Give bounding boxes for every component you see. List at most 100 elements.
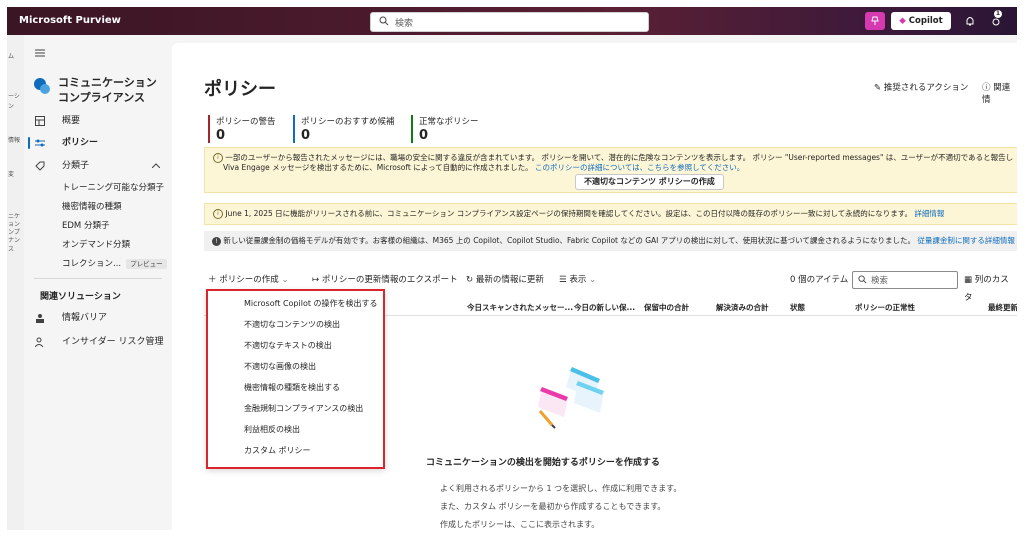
menu-item-inappropriate-content[interactable]: 不適切なコンテンツの検出 [244,319,340,330]
nav-item-overview[interactable]: 概要 [32,112,170,130]
barrier-icon [36,314,44,323]
stat-policy-recommendations[interactable]: ポリシーのおすすめ候補 0 [293,115,395,143]
nav-sub-sensitive-info-types[interactable]: 機密情報の種類 [62,200,122,214]
main-content: ポリシー ✎ 推奨されるアクション ⓘ 関連情 ポリシーの警告 0 ポリシーのお… [172,43,1017,530]
nav-item-information-barriers[interactable]: 情報バリア [32,309,170,327]
rail-label[interactable]: ナンス [8,235,24,253]
nav-item-label: 情報バリア [62,313,108,323]
tag-icon [35,161,45,171]
global-search-input[interactable]: 検索 [370,12,649,32]
related-info-link[interactable]: ⓘ 関連情 [982,81,1017,105]
nav-divider [34,278,162,279]
chevron-up-icon[interactable] [152,163,160,168]
export-label: ポリシーの更新情報のエクスポート [321,275,458,285]
preview-badge: プレビュー [126,258,167,269]
create-inappropriate-policy-button[interactable]: 不適切なコンテンツ ポリシーの作成 [575,174,724,190]
active-indicator [28,137,30,149]
overview-icon [35,116,45,126]
search-placeholder: 検索 [871,276,889,286]
view-button[interactable]: ☰ 表示 ⌄ [559,271,596,289]
notifications-button[interactable] [961,12,979,30]
stat-label: 正常なポリシー [419,117,479,127]
warning-details-link[interactable]: このポリシーの詳細については、こちらを参照してください。 [535,163,744,172]
rail-label[interactable]: 情報 [8,135,20,144]
table-search-input[interactable]: 検索 [852,271,958,289]
refresh-button[interactable]: ↻ 最新の情報に更新 [466,271,544,289]
create-policy-button[interactable]: ＋ ポリシーの作成 ⌄ [208,271,289,289]
view-label: 表示 [569,275,587,285]
info-icon: ⓘ [982,83,991,93]
copilot-button[interactable]: ◆ Copilot [891,12,951,30]
chevron-down-icon: ⌄ [589,275,597,285]
copilot-label: Copilot [908,16,943,26]
stat-policy-alerts[interactable]: ポリシーの警告 0 [208,115,276,143]
nav-sub-on-demand[interactable]: オンデマンド分類 [62,238,130,252]
column-header[interactable]: 今日スキャンされたメッセー... [467,302,573,313]
stat-label: ポリシーの警告 [216,117,276,127]
nav-sub-edm-classifiers[interactable]: EDM 分類子 [62,219,109,233]
stat-value: 0 [216,128,226,143]
retention-details-link[interactable]: 詳細情報 [914,209,944,218]
column-header[interactable]: 状態 [790,302,805,313]
recommended-actions-link[interactable]: ✎ 推奨されるアクション [874,81,968,93]
nav-item-classifiers[interactable]: 分類子 [32,157,170,175]
column-header[interactable]: ポリシーの正常性 [855,302,915,313]
pin-icon [871,16,879,25]
rail-label[interactable]: 変 [8,169,14,178]
info-icon: i [213,153,223,163]
search-placeholder: 検索 [395,19,414,29]
stat-value: 0 [419,128,429,143]
refresh-label: 最新の情報に更新 [475,275,544,285]
export-updates-button[interactable]: ↦ ポリシーの更新情報のエクスポート [312,271,458,289]
menu-item-conflict-of-interest[interactable]: 利益相反の検出 [244,424,300,435]
refresh-icon: ↻ [466,275,474,285]
search-icon [379,16,389,26]
pin-button[interactable] [865,12,885,30]
notice-text: June 1, 2025 日に機能がリリースされる前に、コミュニケーション コン… [225,209,912,218]
warning-text: 一部のユーザーから報告されたメッセージには、職場の安全に関する違反が含まれていま… [225,153,1013,162]
search-icon [858,275,867,284]
empty-state-line: よく利用されるポリシーから 1 つを選択し、作成に利用できます。 [440,484,682,493]
nav-item-insider-risk[interactable]: インサイダー リスク管理 [32,333,170,351]
rail-label[interactable]: ム [8,51,14,60]
hamburger-icon[interactable] [35,49,45,57]
nav-sub-collections[interactable]: コレクション... プレビュー [62,257,167,271]
app-frame: Microsoft Purview 検索 ◆ Copilot 1 ム ーシ ン … [7,7,1017,530]
menu-item-sensitive-info[interactable]: 機密情報の種類を検出する [244,382,340,393]
column-header[interactable]: 保留中の合計 [644,302,689,313]
empty-state-line: 作成したポリシーは、ここに表示されます。 [440,520,600,529]
bell-icon [966,17,974,26]
plus-icon: ＋ [208,275,217,285]
create-policy-menu: Microsoft Copilot の操作を検出する 不適切なコンテンツの検出 … [206,289,385,469]
stat-label: ポリシーのおすすめ候補 [301,117,395,127]
side-nav: コミュニケーション コンプライアンス 概要 ポリシー 分類子 トレーニング可能な… [24,35,172,530]
menu-item-custom-policy[interactable]: カスタム ポリシー [244,445,311,456]
top-bar: Microsoft Purview 検索 ◆ Copilot 1 [7,7,1017,35]
related-solutions-heading: 関連ソリューション [40,292,121,302]
rail-label[interactable]: ーシ [8,91,20,100]
pricing-details-link[interactable]: 従量課金制に関する詳細情報 [917,236,1015,245]
info-icon: i [213,209,223,219]
copilot-icon: ◆ [899,16,906,26]
menu-item-inappropriate-images[interactable]: 不適切な画像の検出 [244,361,316,372]
menu-item-copilot[interactable]: Microsoft Copilot の操作を検出する [244,298,378,309]
brand-title[interactable]: Microsoft Purview [19,15,121,26]
empty-state-illustration [538,367,604,429]
export-icon: ↦ [312,275,320,285]
notice-text: 新しい従量課金制の価格モデルが有効です。お客様の組織は、M365 上の Copi… [223,236,915,245]
column-header[interactable]: 最終更新E [988,302,1017,313]
nav-item-policy[interactable]: ポリシー [28,134,170,152]
nav-sub-label: コレクション... [62,259,122,269]
column-header[interactable]: 今日の新しい保... [574,302,635,313]
nav-sub-trainable-classifiers[interactable]: トレーニング可能な分類子 [62,181,164,195]
menu-item-inappropriate-text[interactable]: 不適切なテキストの検出 [244,340,332,351]
menu-item-financial-regulatory[interactable]: 金融規制コンプライアンスの検出 [244,403,363,414]
column-header[interactable]: 解決済みの合計 [716,302,769,313]
chat-bubbles-icon [34,78,50,94]
nav-item-label: インサイダー リスク管理 [62,337,164,347]
empty-state-line: また、カスタム ポリシーを最初から作成することもできます。 [440,502,666,511]
rail-label[interactable]: ン [8,101,14,110]
solution-title: コミュニケーション コンプライアンス [58,76,157,104]
stat-healthy-policies[interactable]: 正常なポリシー 0 [411,115,479,143]
create-policy-label: ポリシーの作成 [219,275,279,285]
